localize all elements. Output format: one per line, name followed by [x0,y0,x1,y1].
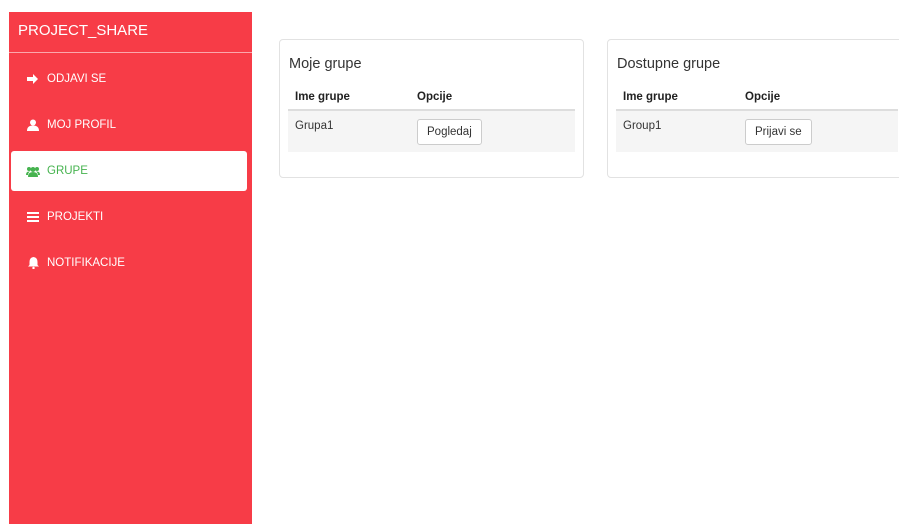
column-header: Opcije [417,91,453,103]
available-groups-panel: Dostupne grupe Ime grupe Opcije Group1 P… [607,39,899,178]
view-group-button[interactable]: Pogledaj [417,119,482,145]
sidebar-item-notifikacije[interactable]: NOTIFIKACIJE [11,243,247,283]
available-groups-table: Ime grupe Opcije Group1 Prijavi se [616,85,898,152]
panel-title: Moje grupe [289,56,362,72]
sidebar-item-odjavi-se[interactable]: ODJAVI SE [11,59,247,99]
bell-icon [26,256,40,270]
column-header: Opcije [745,91,781,103]
sidebar-item-label: ODJAVI SE [47,73,107,85]
users-icon [26,164,40,178]
sidebar-item-label: NOTIFIKACIJE [47,257,125,269]
group-name: Grupa1 [295,120,334,132]
table-header: Ime grupe Opcije [616,85,898,111]
group-name: Group1 [623,120,662,132]
sidebar-nav: ODJAVI SE MOJ PROFIL GRUPE PROJEKTI NOTI… [9,59,252,283]
table-cell-options: Prijavi se [745,119,898,145]
sidebar-item-label: MOJ PROFIL [47,119,117,131]
sidebar: PROJECT_SHARE ODJAVI SE MOJ PROFIL GRUPE… [9,12,252,524]
table-row: Grupa1 Pogledaj [288,111,575,152]
my-groups-table: Ime grupe Opcije Grupa1 Pogledaj [288,85,575,152]
panel-title: Dostupne grupe [617,56,721,72]
sidebar-item-label: PROJEKTI [47,211,104,223]
sidebar-item-moj-profil[interactable]: MOJ PROFIL [11,105,247,145]
column-header: Ime grupe [295,91,350,103]
join-group-button[interactable]: Prijavi se [745,119,812,145]
sidebar-item-label: GRUPE [47,165,88,177]
table-header: Ime grupe Opcije [288,85,575,111]
brand-title: PROJECT_SHARE [9,12,252,53]
sidebar-item-grupe[interactable]: GRUPE [11,151,247,191]
my-groups-panel: Moje grupe Ime grupe Opcije Grupa1 Pogle… [279,39,584,178]
logout-icon [26,72,40,86]
column-header: Ime grupe [623,91,678,103]
sidebar-item-projekti[interactable]: PROJEKTI [11,197,247,237]
table-row: Group1 Prijavi se [616,111,898,152]
user-icon [26,118,40,132]
table-cell-options: Pogledaj [417,119,575,145]
list-icon [26,210,40,224]
